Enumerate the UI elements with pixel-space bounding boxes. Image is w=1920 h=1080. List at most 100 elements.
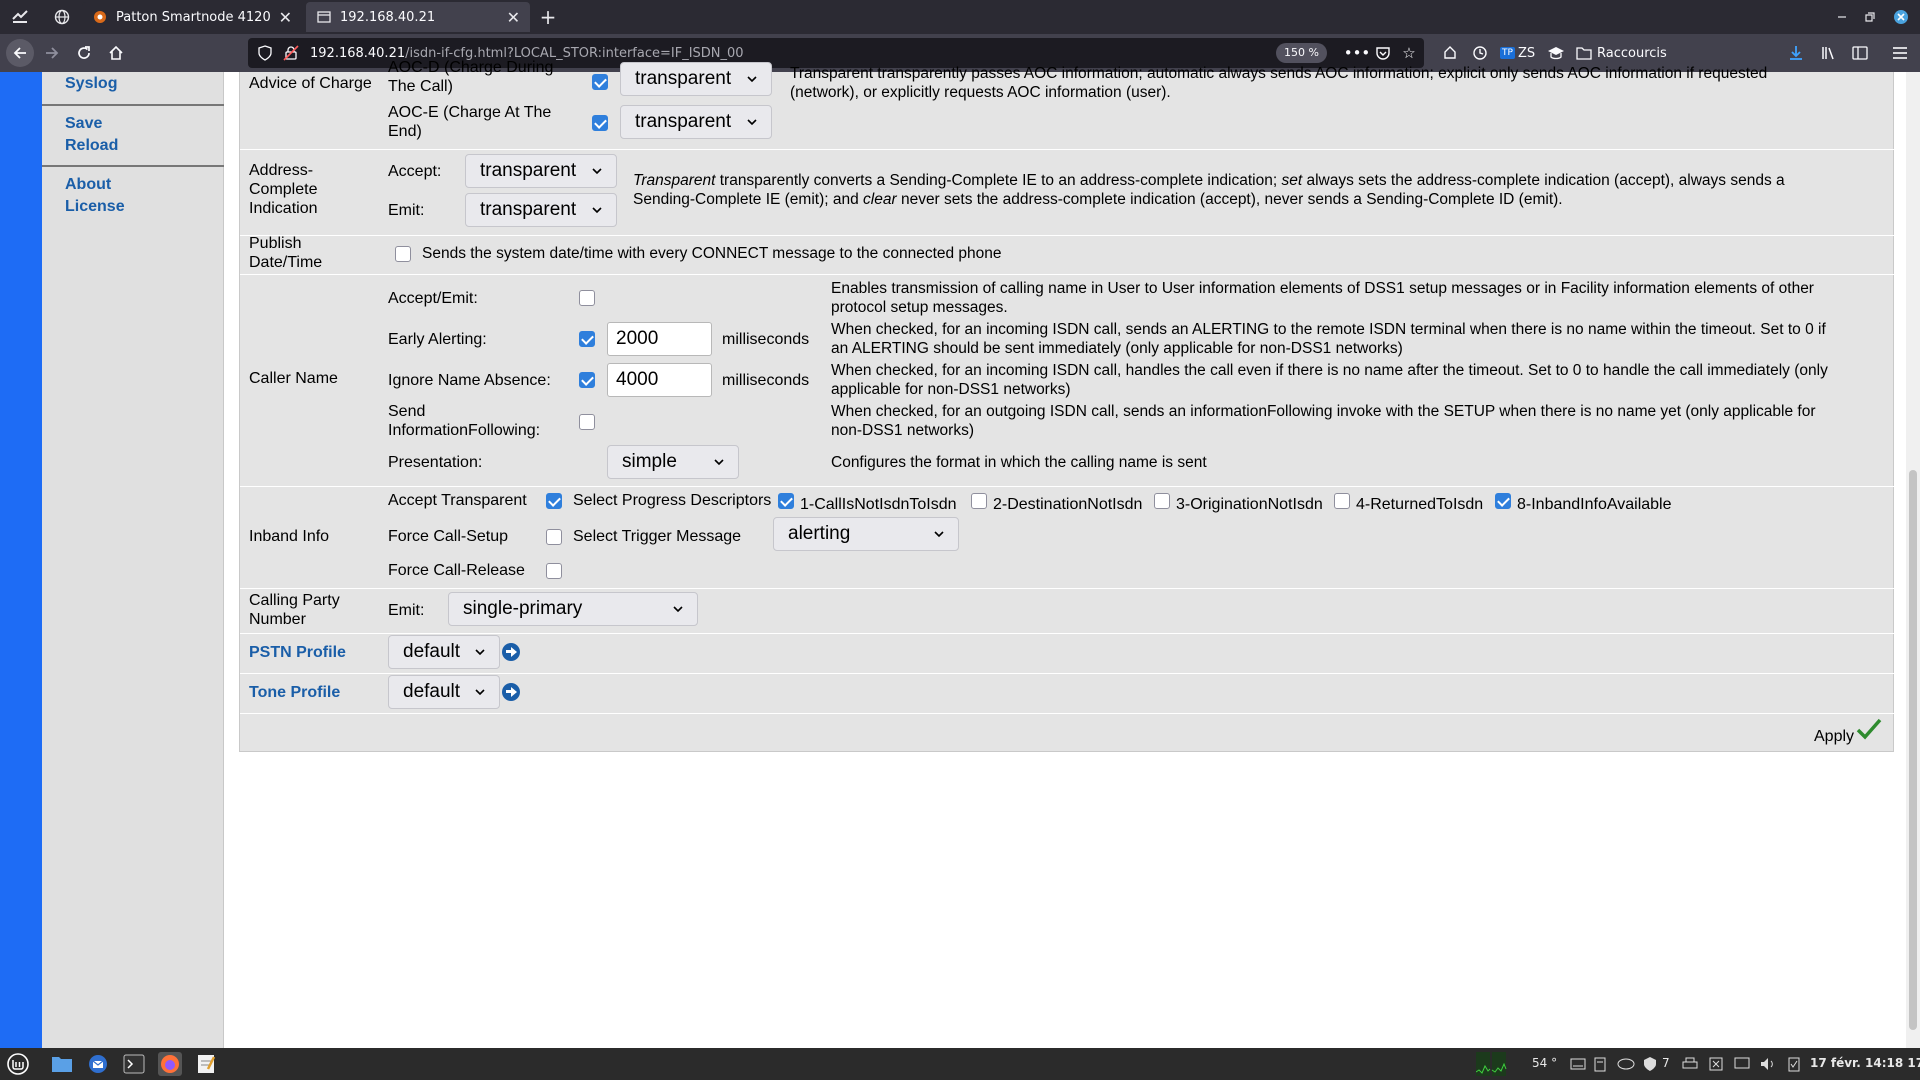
back-icon[interactable] <box>6 39 34 67</box>
bluetooth-x-icon[interactable] <box>1704 1052 1728 1076</box>
early-alerting-checkbox[interactable] <box>579 331 595 347</box>
close-window-icon[interactable] <box>1890 0 1912 34</box>
thunderbird-icon[interactable] <box>86 1052 110 1076</box>
home-icon[interactable] <box>102 39 130 67</box>
apply-button[interactable]: Apply <box>1814 718 1882 746</box>
desc-line: When checked, for an incoming ISDN call,… <box>831 362 1828 379</box>
shield-icon[interactable] <box>254 42 276 64</box>
go-arrow-icon[interactable] <box>502 683 520 701</box>
pd2-checkbox[interactable] <box>971 493 987 509</box>
trigger-message-select[interactable]: alerting <box>773 517 959 551</box>
calling-party-emit-select[interactable]: single-primary <box>448 592 698 626</box>
terminal-icon[interactable] <box>122 1052 146 1076</box>
early-alerting-input[interactable]: 2000 <box>607 322 712 356</box>
force-call-setup-checkbox[interactable] <box>546 529 562 545</box>
address-accept-select[interactable]: transparent <box>465 154 617 188</box>
volume-icon[interactable] <box>1756 1052 1780 1076</box>
profile-badge[interactable]: TP ZS <box>1500 39 1535 67</box>
pd1-checkbox[interactable] <box>778 493 794 509</box>
sidebar-item-reload[interactable]: Reload <box>65 137 118 155</box>
presentation-select[interactable]: simple <box>607 445 739 479</box>
display-icon[interactable] <box>1730 1052 1754 1076</box>
pd8-checkbox[interactable] <box>1495 493 1511 509</box>
window-menu-icon[interactable] <box>6 0 34 34</box>
ignore-absence-input[interactable]: 4000 <box>607 363 712 397</box>
publish-datetime-checkbox[interactable] <box>395 246 411 262</box>
network-icon[interactable] <box>1614 1052 1638 1076</box>
history-clock-icon[interactable] <box>1466 39 1494 67</box>
globe-icon[interactable] <box>48 0 76 34</box>
tone-profile-select[interactable]: default <box>388 675 500 709</box>
aoc-e-checkbox[interactable] <box>592 115 608 131</box>
system-monitor-graph[interactable] <box>1475 1052 1508 1076</box>
update-shield-icon[interactable] <box>1638 1052 1662 1076</box>
pocket-icon[interactable] <box>1372 42 1394 64</box>
force-call-release-checkbox[interactable] <box>546 563 562 579</box>
chevron-down-icon <box>475 689 485 696</box>
accept-emit-checkbox[interactable] <box>579 290 595 306</box>
aoc-desc-line2: (network), or explicitly requests AOC in… <box>790 84 1171 101</box>
scrollbar-thumb[interactable] <box>1909 470 1917 1030</box>
tab-patton[interactable]: Patton Smartnode 4120: N ✕ <box>82 2 302 32</box>
zoom-level-badge[interactable]: 150 % <box>1276 43 1327 63</box>
mint-menu-icon[interactable] <box>6 1052 30 1076</box>
address-emit-select[interactable]: transparent <box>465 193 617 227</box>
firefox-icon[interactable] <box>158 1052 182 1076</box>
address-complete-label: Address- Complete Indication <box>249 161 369 218</box>
printer-icon[interactable] <box>1678 1052 1702 1076</box>
early-alerting-description: When checked, for an incoming ISDN call,… <box>831 320 1881 358</box>
reload-icon[interactable] <box>70 39 98 67</box>
sidebar-item-about[interactable]: About <box>65 176 111 194</box>
clock[interactable]: 17 févr. 14:18 17 <box>1810 1056 1920 1070</box>
row-divider <box>240 486 1895 487</box>
calling-party-emit-label: Emit: <box>388 602 425 619</box>
sidebar-item-syslog[interactable]: Syslog <box>65 75 117 93</box>
bookmarks-folder[interactable]: Raccourcis <box>1576 39 1667 67</box>
tp-icon: TP <box>1500 47 1515 59</box>
bookmark-star-icon[interactable]: ☆ <box>1398 42 1420 64</box>
more-actions-icon[interactable]: ••• <box>1344 42 1371 64</box>
extension-icon[interactable] <box>1436 39 1464 67</box>
aoc-d-select[interactable]: transparent <box>620 62 772 96</box>
temperature-readout: 54 ° <box>1532 1056 1558 1070</box>
pstn-profile-link[interactable]: PSTN Profile <box>249 643 346 662</box>
close-tab-icon[interactable]: ✕ <box>507 8 520 27</box>
pstn-profile-select[interactable]: default <box>388 635 500 669</box>
minimize-icon[interactable] <box>1832 0 1852 34</box>
calling-party-label: Calling Party Number <box>249 591 340 629</box>
accept-transparent-checkbox[interactable] <box>546 493 562 509</box>
publish-datetime-description: Sends the system date/time with every CO… <box>422 245 1002 262</box>
files-folder-icon[interactable] <box>50 1052 74 1076</box>
send-info-following-checkbox[interactable] <box>579 414 595 430</box>
graduation-cap-icon[interactable] <box>1542 39 1570 67</box>
clipboard-icon[interactable] <box>1588 1052 1612 1076</box>
tab-active[interactable]: 192.168.40.21 ✕ <box>306 2 530 32</box>
new-tab-icon[interactable]: + <box>536 0 560 34</box>
sidebar-item-save[interactable]: Save <box>65 115 102 133</box>
close-tab-icon[interactable]: ✕ <box>279 8 292 27</box>
aoc-e-select[interactable]: transparent <box>620 105 772 139</box>
tone-profile-link[interactable]: Tone Profile <box>249 683 340 702</box>
sidebar-toggle-icon[interactable] <box>1846 39 1874 67</box>
restore-icon[interactable] <box>1860 0 1880 34</box>
battery-check-icon[interactable] <box>1782 1052 1806 1076</box>
forward-icon[interactable] <box>38 39 66 67</box>
select-progress-label: Select Progress Descriptors <box>573 492 772 509</box>
scrollbar-track[interactable] <box>1906 72 1920 1048</box>
keyboard-icon[interactable] <box>1566 1052 1590 1076</box>
ignore-absence-checkbox[interactable] <box>579 372 595 388</box>
library-icon[interactable] <box>1814 39 1842 67</box>
sidebar-item-license[interactable]: License <box>65 198 125 216</box>
publish-datetime-label: Publish Date/Time <box>249 234 322 272</box>
go-arrow-icon[interactable] <box>502 643 520 661</box>
desc-line: protocol setup messages. <box>831 299 1008 316</box>
download-icon[interactable] <box>1782 39 1810 67</box>
pd4-checkbox[interactable] <box>1334 493 1350 509</box>
hamburger-menu-icon[interactable] <box>1886 39 1914 67</box>
pd3-checkbox[interactable] <box>1154 493 1170 509</box>
address-complete-label-2: Complete <box>249 181 318 198</box>
aoc-d-checkbox[interactable] <box>592 74 608 90</box>
insecure-lock-icon[interactable] <box>280 42 302 64</box>
text-editor-icon[interactable] <box>194 1052 218 1076</box>
browser-tab-bar: Patton Smartnode 4120: N ✕ 192.168.40.21… <box>0 0 1920 34</box>
